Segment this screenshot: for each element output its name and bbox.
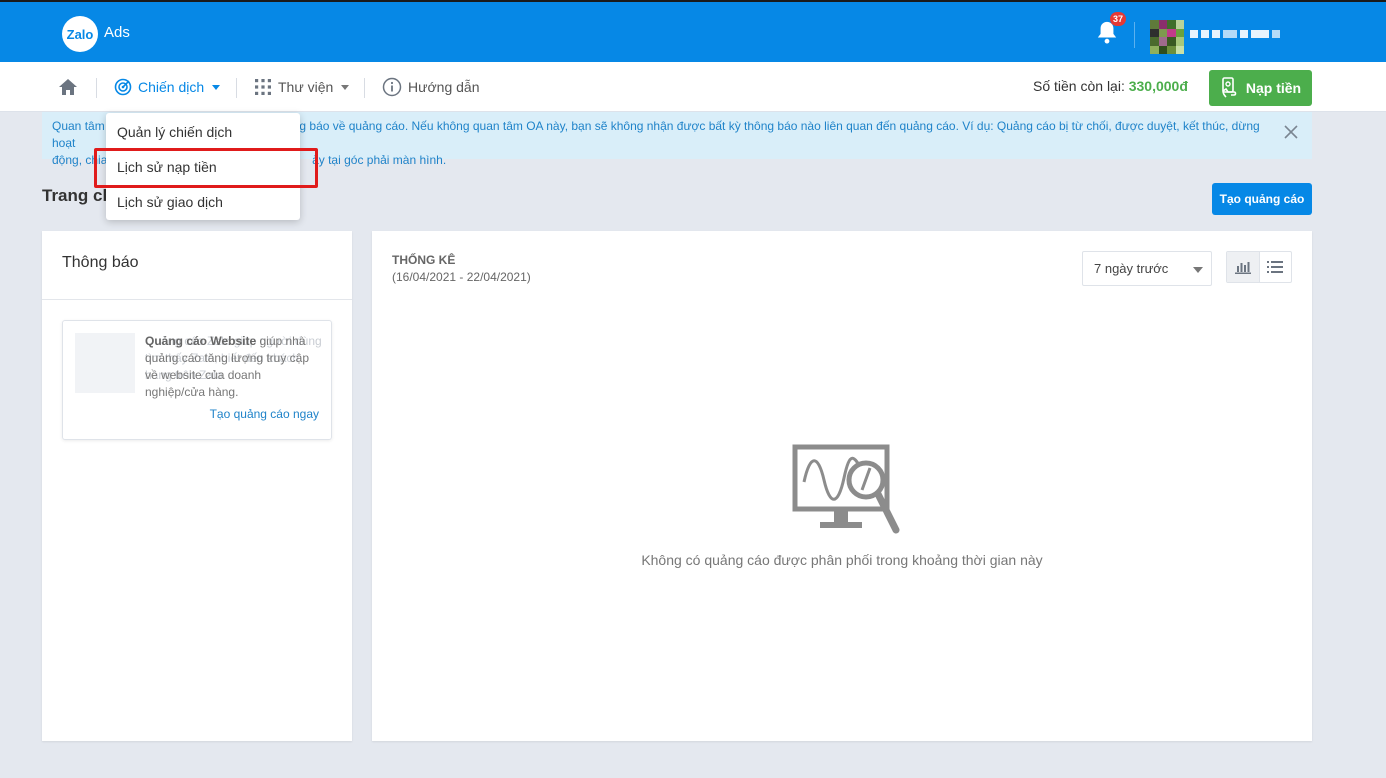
promo-card: Quảng cáo Zalo giúp người dùng tìm thấy … bbox=[62, 320, 332, 440]
nav-library-label: Thư viện bbox=[278, 79, 334, 95]
topup-button[interactable]: Nạp tiền bbox=[1209, 70, 1312, 106]
nav-separator bbox=[364, 78, 365, 98]
nav-separator bbox=[236, 78, 237, 98]
nav-guide-label: Hướng dẫn bbox=[408, 79, 480, 95]
create-ad-now-link[interactable]: Tạo quảng cáo ngay bbox=[210, 407, 319, 421]
notifications-title: Thông báo bbox=[62, 254, 139, 271]
topup-label: Nạp tiền bbox=[1245, 80, 1302, 96]
brand-suffix: Ads bbox=[104, 24, 130, 41]
notice-text: Quan tâm bbox=[52, 119, 105, 133]
info-icon bbox=[382, 77, 402, 97]
home-icon bbox=[59, 79, 77, 95]
create-ad-button[interactable]: Tạo quảng cáo bbox=[1212, 183, 1312, 215]
menu-item-manage-campaigns[interactable]: Quản lý chiến dịch bbox=[117, 124, 232, 140]
target-icon bbox=[114, 78, 132, 96]
chevron-down-icon bbox=[212, 84, 221, 90]
avatar[interactable] bbox=[1150, 20, 1184, 54]
close-icon[interactable] bbox=[1284, 125, 1298, 139]
chevron-down-icon bbox=[341, 84, 350, 90]
top-bar: Zalo Ads 37 bbox=[0, 0, 1386, 62]
highlight-box bbox=[94, 148, 318, 188]
list-icon bbox=[1267, 261, 1284, 273]
date-range-select[interactable]: 7 ngày trước bbox=[1082, 251, 1212, 286]
zalo-logo[interactable]: Zalo bbox=[62, 16, 98, 52]
nav-separator bbox=[96, 78, 97, 98]
notice-text: ày tại góc phải màn hình. bbox=[312, 153, 447, 167]
header-divider bbox=[1134, 22, 1135, 48]
view-toggle bbox=[1226, 251, 1292, 283]
username-redacted[interactable] bbox=[1190, 30, 1280, 38]
list-view-button[interactable] bbox=[1260, 252, 1292, 282]
chart-view-button[interactable] bbox=[1227, 252, 1260, 282]
notifications-panel: Thông báo Quảng cáo Zalo giúp người dùng… bbox=[42, 231, 352, 741]
nav-guide[interactable]: Hướng dẫn bbox=[382, 62, 479, 112]
notification-badge: 37 bbox=[1110, 12, 1127, 26]
monitor-magnifier-icon bbox=[792, 444, 900, 534]
balance-label: Số tiền còn lại: bbox=[1033, 78, 1125, 94]
stats-panel: THỐNG KÊ (16/04/2021 - 22/04/2021) 7 ngà… bbox=[372, 231, 1312, 741]
chevron-down-icon bbox=[1193, 267, 1203, 273]
divider bbox=[42, 299, 352, 300]
grid-icon bbox=[255, 79, 271, 95]
promo-text: Quảng cáo Website giúp nhà quảng cáo tăn… bbox=[145, 333, 320, 401]
empty-state-message: Không có quảng cáo được phân phối trong … bbox=[641, 552, 1043, 568]
bar-chart-icon bbox=[1234, 262, 1251, 274]
nav-campaign[interactable]: Chiến dịch bbox=[114, 62, 221, 112]
nav-campaign-label: Chiến dịch bbox=[138, 79, 205, 95]
nav-library[interactable]: Thư viện bbox=[254, 62, 350, 112]
stats-title: THỐNG KÊ bbox=[392, 253, 456, 267]
nav-bar: Chiến dịch Thư viện Hướng dẫn Số tiền cò… bbox=[0, 62, 1386, 112]
page-title: Trang ch bbox=[42, 186, 113, 205]
nav-home[interactable] bbox=[58, 62, 78, 112]
date-range-value: 7 ngày trước bbox=[1094, 261, 1169, 276]
promo-title: Quảng cáo Website bbox=[145, 334, 257, 348]
stats-date-range: (16/04/2021 - 22/04/2021) bbox=[392, 270, 531, 284]
hand-money-icon bbox=[1222, 77, 1237, 98]
balance-value: 330,000đ bbox=[1128, 78, 1188, 94]
menu-item-transaction-history[interactable]: Lịch sử giao dịch bbox=[117, 194, 223, 210]
balance-display: Số tiền còn lại: 330,000đ bbox=[1033, 78, 1188, 94]
promo-thumbnail bbox=[75, 333, 135, 393]
